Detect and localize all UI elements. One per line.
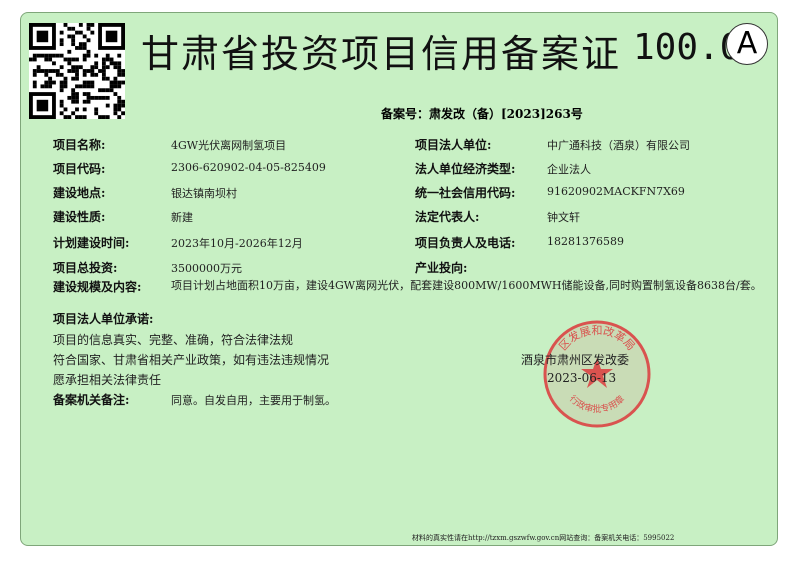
legal-entity-label: 项目法人单位: (415, 138, 492, 152)
promise-line-3: 愿承担相关法律责任 (53, 373, 162, 387)
economic-type-value: 企业法人 (547, 163, 591, 176)
scale-value: 项目计划占地面积10万亩，建设4GW离网光伏，配套建设800MW/1600MWH… (171, 279, 762, 292)
promise-line-2: 符合国家、甘肃省相关产业政策，如有违法违规情况 (53, 353, 330, 367)
qr-code-graphic (29, 23, 125, 119)
schedule-value: 2023年10月-2026年12月 (171, 237, 303, 250)
construction-type-label: 建设性质: (53, 210, 106, 224)
certificate-card: 甘肃省投资项目信用备案证 100.0 A 备案号：肃发改（备）[2023]263… (20, 12, 778, 546)
page-title: 甘肃省投资项目信用备案证 (141, 32, 622, 76)
manager-phone-value: 18281376589 (547, 235, 624, 248)
promise-line-1: 项目的信息真实、完整、准确，符合法律法规 (53, 333, 294, 347)
issue-date: 2023-06-13 (547, 371, 617, 385)
filing-number: 备案号：肃发改（备）[2023]263号 (381, 107, 583, 121)
construction-type-value: 新建 (171, 211, 193, 224)
economic-type-label: 法人单位经济类型: (415, 162, 516, 176)
industry-label: 产业投向: (415, 261, 468, 275)
scale-label: 建设规模及内容: (53, 280, 142, 294)
remarks-value: 同意。自发自用，主要用于制氢。 (171, 394, 336, 407)
project-code-value: 2306-620902-04-05-825409 (171, 161, 326, 174)
project-name-value: 4GW光伏离网制氢项目 (171, 139, 287, 152)
schedule-label: 计划建设时间: (53, 236, 130, 250)
investment-value: 3500000万元 (171, 262, 242, 275)
site-value: 银达镇南坝村 (171, 187, 237, 200)
site-label: 建设地点: (53, 186, 106, 200)
credit-grade-badge: A (726, 23, 768, 65)
qr-code (29, 23, 125, 119)
investment-label: 项目总投资: (53, 261, 118, 275)
promise-label: 项目法人单位承诺: (53, 312, 154, 326)
project-code-label: 项目代码: (53, 162, 106, 176)
credit-code-label: 统一社会信用代码: (415, 186, 516, 200)
legal-rep-label: 法定代表人: (415, 210, 480, 224)
project-name-label: 项目名称: (53, 138, 106, 152)
legal-rep-value: 钟文轩 (547, 211, 580, 224)
remarks-label: 备案机关备注: (53, 393, 130, 407)
issuer-name: 酒泉市肃州区发改委 (521, 353, 630, 367)
credit-code-value: 91620902MACKFN7X69 (547, 185, 685, 198)
footer-verification-note: 材料的真实性请在http://tzxm.gszwfw.gov.cn网站查询：备案… (412, 534, 675, 542)
credit-score: 100.0 (633, 27, 742, 68)
legal-entity-value: 中广通科技（酒泉）有限公司 (547, 139, 690, 152)
manager-phone-label: 项目负责人及电话: (415, 236, 516, 250)
